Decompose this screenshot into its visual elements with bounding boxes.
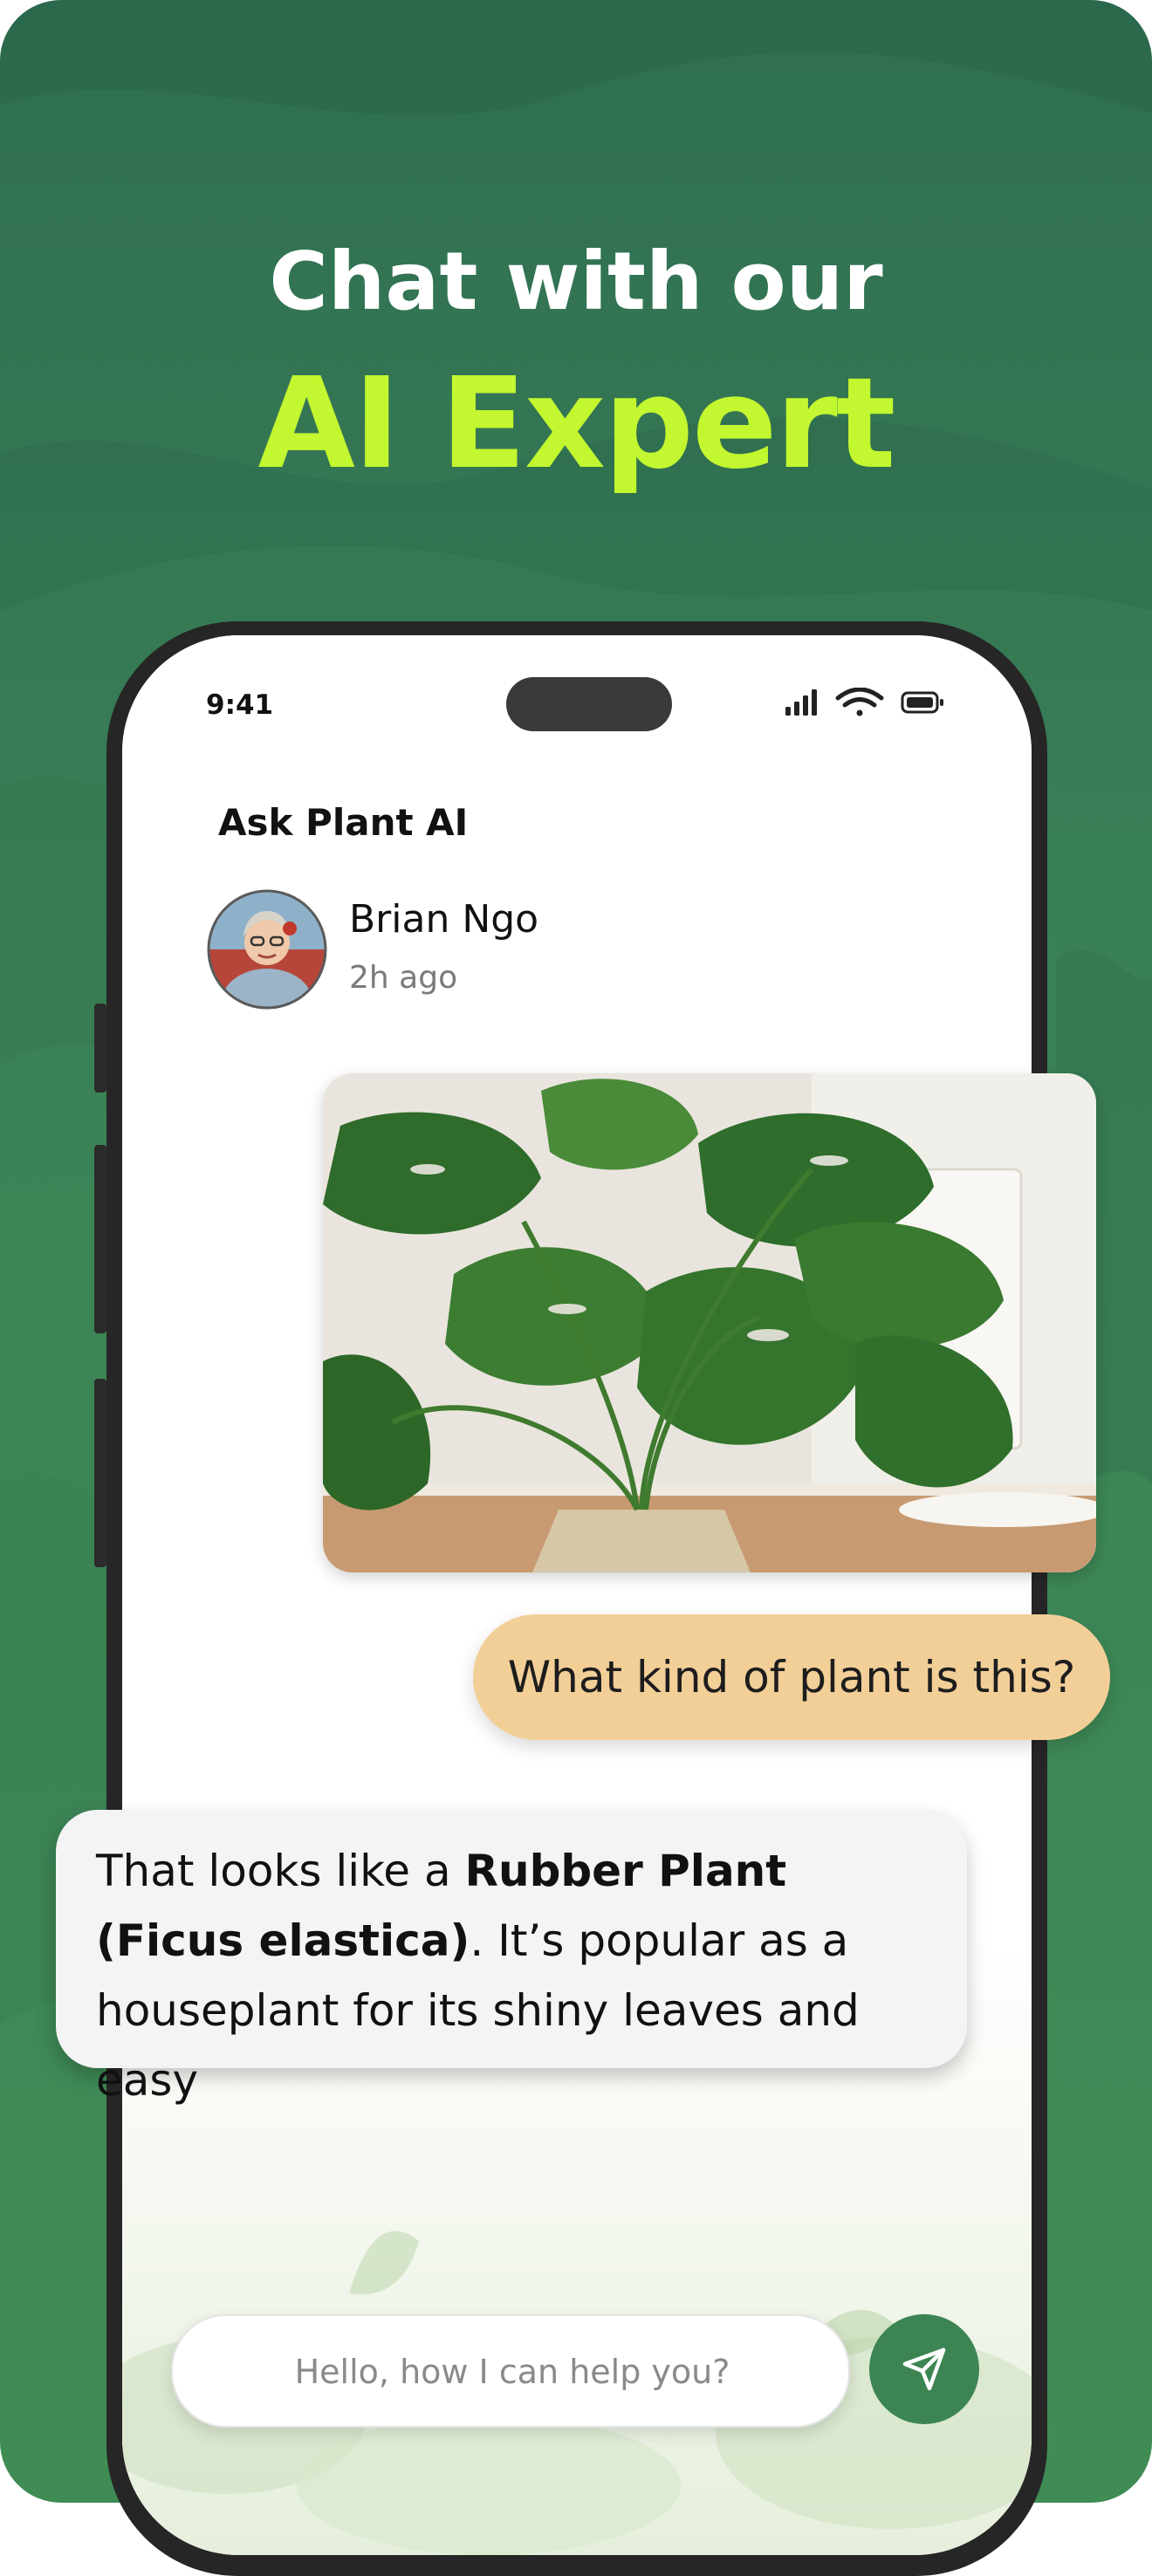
message-input-container[interactable] — [171, 2314, 852, 2428]
ai-response-bubble: That looks like a Rubber Plant (Ficus el… — [56, 1810, 967, 2106]
phone-volume-up-button — [94, 1145, 106, 1333]
status-icons — [785, 688, 943, 716]
ai-response-prefix: That looks like a — [96, 1846, 465, 1896]
user-message-text: What kind of plant is this? — [507, 1652, 1076, 1702]
message-input[interactable] — [173, 2316, 852, 2428]
dynamic-island — [506, 677, 672, 731]
headline-line-2: AI Expert — [257, 350, 896, 497]
status-time: 9:41 — [206, 689, 274, 721]
battery-icon — [901, 691, 943, 714]
avatar[interactable] — [206, 888, 328, 1011]
send-icon — [902, 2347, 946, 2391]
user-timestamp: 2h ago — [349, 960, 458, 996]
phone-volume-down-button — [94, 1379, 106, 1567]
monstera-plant-image — [323, 1073, 1096, 1572]
plant-photo[interactable] — [323, 1073, 1096, 1572]
send-button[interactable] — [869, 2314, 979, 2424]
user-name: Brian Ngo — [349, 897, 539, 942]
headline-line-1: Chat with our — [269, 235, 883, 328]
wifi-icon — [835, 688, 884, 716]
signal-icon — [785, 689, 817, 716]
phone-mute-switch — [94, 1004, 106, 1093]
phone-screen: 9:41 Ask Plant AI Brian Ngo 2h ago Hello… — [122, 635, 1032, 2555]
chat-title: Ask Plant AI — [218, 801, 469, 844]
user-message-bubble: What kind of plant is this? — [473, 1614, 1110, 1740]
